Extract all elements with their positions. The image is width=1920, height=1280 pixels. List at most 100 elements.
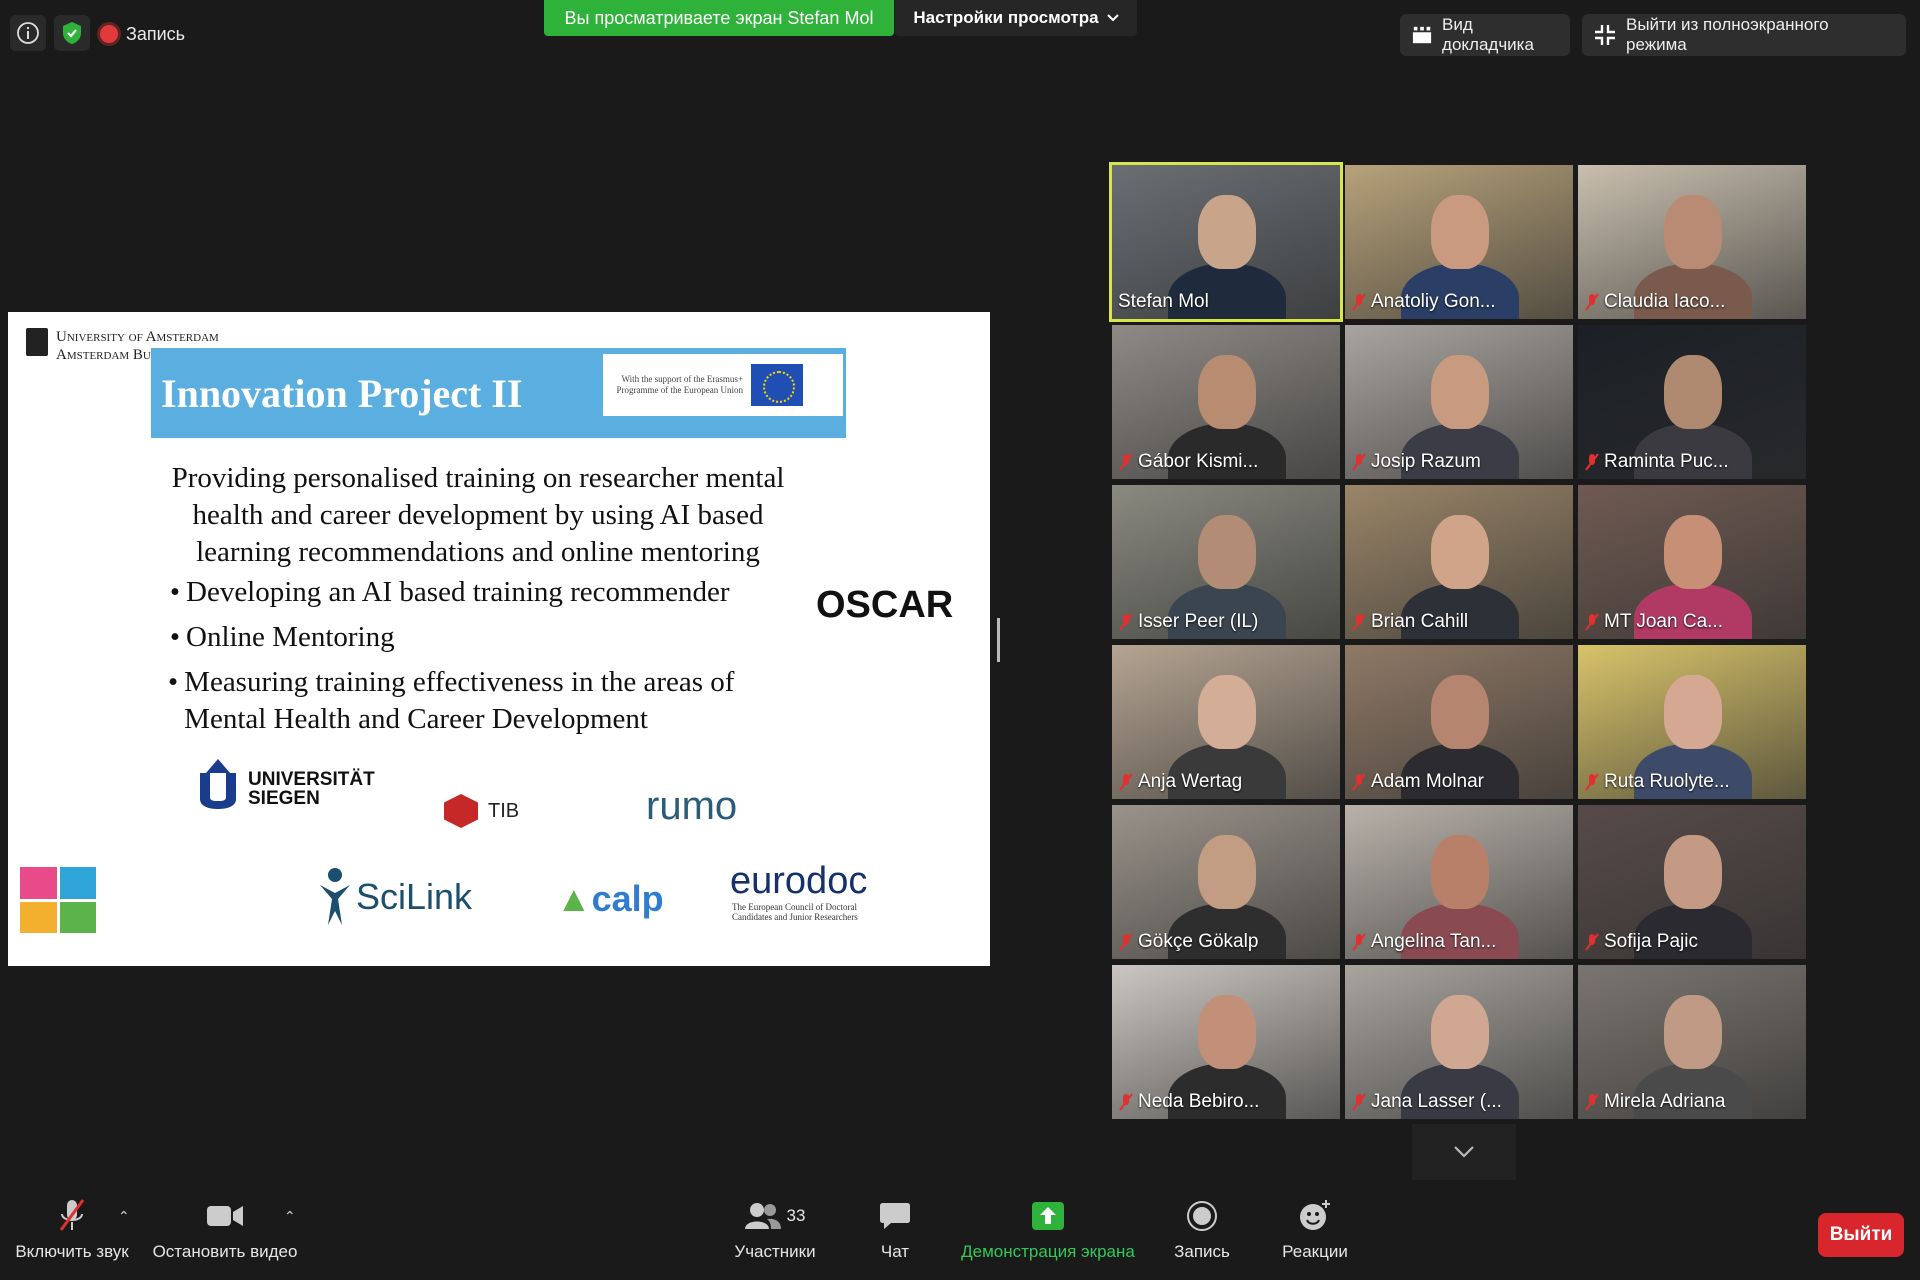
participant-face — [1664, 195, 1722, 269]
speaker-view-icon — [1412, 26, 1432, 44]
alumni-logo — [20, 867, 96, 933]
participant-tile[interactable]: Gökçe Gökalp — [1112, 805, 1340, 959]
participant-name-label: Angelina Tan... — [1351, 929, 1496, 955]
muted-microphone-icon — [1585, 613, 1599, 631]
slide-subtitle: Providing personalised training on resea… — [171, 462, 785, 568]
participant-name-label: Isser Peer (IL) — [1118, 609, 1258, 635]
participant-face — [1664, 995, 1722, 1069]
participant-tile[interactable]: Angelina Tan... — [1345, 805, 1573, 959]
tib-hexagon-icon — [444, 794, 478, 828]
layout-splitter-handle[interactable] — [997, 618, 1000, 662]
muted-microphone-icon — [55, 1198, 89, 1234]
eurodoc-subtitle: The European Council of Doctoral Candida… — [732, 902, 858, 922]
muted-microphone-icon — [1352, 933, 1366, 951]
stop-video-button[interactable]: Остановить видео — [150, 1198, 300, 1262]
shared-screen-slide: University of Amsterdam Amsterdam Busi I… — [8, 312, 990, 966]
unmute-button[interactable]: Включить звук — [12, 1198, 132, 1262]
participant-face — [1431, 835, 1489, 909]
participant-tile[interactable]: Claudia Iaco... — [1578, 165, 1806, 319]
participant-tile[interactable]: Gábor Kismi... — [1112, 325, 1340, 479]
participant-name: MT Joan Ca... — [1604, 611, 1723, 632]
participant-face — [1664, 675, 1722, 749]
participant-tile[interactable]: Isser Peer (IL) — [1112, 485, 1340, 639]
meeting-info-icon[interactable] — [10, 15, 46, 51]
participant-name-label: Raminta Puc... — [1584, 449, 1729, 475]
participant-name-label: MT Joan Ca... — [1584, 609, 1723, 635]
participant-name-label: Adam Molnar — [1351, 769, 1484, 795]
participant-name: Raminta Puc... — [1604, 451, 1729, 472]
participant-name-label: Sofija Pajic — [1584, 929, 1698, 955]
participant-face — [1431, 355, 1489, 429]
participant-video-grid: Stefan Mol Anatoliy Gon... Claudia Iaco...… — [1109, 160, 1812, 1120]
participant-name: Josip Razum — [1371, 451, 1481, 472]
participant-tile[interactable]: MT Joan Ca... — [1578, 485, 1806, 639]
unmute-label: Включить звук — [15, 1242, 129, 1261]
participant-name-label: Gábor Kismi... — [1118, 449, 1258, 475]
muted-microphone-icon — [1119, 1093, 1133, 1111]
rumo-logo: rumo — [646, 784, 738, 828]
slide-title: Innovation Project II — [161, 371, 523, 416]
participant-face — [1664, 835, 1722, 909]
participant-face — [1664, 355, 1722, 429]
participant-face — [1198, 355, 1256, 429]
muted-microphone-icon — [1585, 1093, 1599, 1111]
participant-name: Anja Wertag — [1138, 771, 1243, 792]
uva-crest-icon — [26, 328, 48, 356]
participant-tile[interactable]: Ruta Ruolyte... — [1578, 645, 1806, 799]
reactions-label: Реакции — [1282, 1242, 1348, 1261]
participant-name: Stefan Mol — [1118, 291, 1209, 312]
share-screen-button[interactable]: Демонстрация экрана — [960, 1198, 1136, 1262]
eu-support-text: With the support of the Erasmus+ Program… — [616, 374, 743, 395]
participant-face — [1198, 515, 1256, 589]
participant-tile[interactable]: Josip Razum — [1345, 325, 1573, 479]
participant-tile[interactable]: Anja Wertag — [1112, 645, 1340, 799]
reactions-button[interactable]: Реакции — [1280, 1198, 1350, 1262]
chat-label: Чат — [880, 1242, 910, 1261]
bullet-text: Measuring training effectiveness in the … — [184, 666, 735, 735]
participant-tile[interactable]: Neda Bebiro... — [1112, 965, 1340, 1119]
participant-tile[interactable]: Jana Lasser (... — [1345, 965, 1573, 1119]
participants-button[interactable]: 33 Участники — [730, 1198, 820, 1262]
participant-tile[interactable]: Anatoliy Gon... — [1345, 165, 1573, 319]
participant-tile[interactable]: Brian Cahill — [1345, 485, 1573, 639]
video-options-caret-icon[interactable]: ⌃ — [284, 1208, 296, 1225]
participant-name-label: Claudia Iaco... — [1584, 289, 1725, 315]
exit-fullscreen-button[interactable]: Выйти из полноэкранного режима — [1582, 14, 1906, 56]
uva-line1: University of Amsterdam — [56, 329, 219, 345]
participant-tile[interactable]: Raminta Puc... — [1578, 325, 1806, 479]
muted-microphone-icon — [1352, 1093, 1366, 1111]
view-options-label: Настройки просмотра — [913, 8, 1099, 27]
tib-logo: TIB — [444, 794, 519, 828]
audio-options-caret-icon[interactable]: ⌃ — [118, 1208, 130, 1225]
gallery-next-page-button[interactable] — [1412, 1124, 1516, 1180]
participant-name-label: Jana Lasser (... — [1351, 1089, 1502, 1115]
participant-tile[interactable]: Mirela Adriana — [1578, 965, 1806, 1119]
oscar-project-name: OSCAR — [816, 584, 954, 626]
eurodoc-logo: eurodoc — [730, 860, 868, 902]
leave-meeting-button[interactable]: Выйти — [1818, 1213, 1904, 1257]
exit-fullscreen-label: Выйти из полноэкранного режима — [1625, 15, 1829, 54]
siegen-line1: UNIVERSITÄT — [248, 769, 375, 790]
view-options-button[interactable]: Настройки просмотра — [895, 0, 1137, 36]
encryption-shield-icon[interactable] — [54, 15, 90, 51]
siegen-logo: UNIVERSITÄT SIEGEN — [248, 770, 375, 808]
chat-button[interactable]: Чат — [870, 1198, 920, 1262]
muted-microphone-icon — [1585, 453, 1599, 471]
scilink-text: SciLink — [356, 876, 473, 917]
chevron-down-icon — [1106, 14, 1119, 22]
participant-tile[interactable]: Stefan Mol — [1109, 162, 1343, 322]
share-screen-label: Демонстрация экрана — [961, 1242, 1135, 1261]
participant-face — [1198, 675, 1256, 749]
recording-label: Запись — [126, 23, 186, 44]
muted-microphone-icon — [1352, 453, 1366, 471]
record-button[interactable]: Запись — [1172, 1198, 1232, 1262]
participant-name: Gökçe Gökalp — [1138, 931, 1259, 952]
participant-tile[interactable]: Sofija Pajic — [1578, 805, 1806, 959]
recording-indicator[interactable]: Запись — [100, 18, 185, 50]
participant-face — [1431, 195, 1489, 269]
muted-microphone-icon — [1352, 773, 1366, 791]
participant-tile[interactable]: Adam Molnar — [1345, 645, 1573, 799]
speaker-view-button[interactable]: Вид докладчика — [1400, 14, 1570, 56]
slide-title-bar: Innovation Project II With the support o… — [151, 348, 846, 438]
muted-microphone-icon — [1119, 453, 1133, 471]
